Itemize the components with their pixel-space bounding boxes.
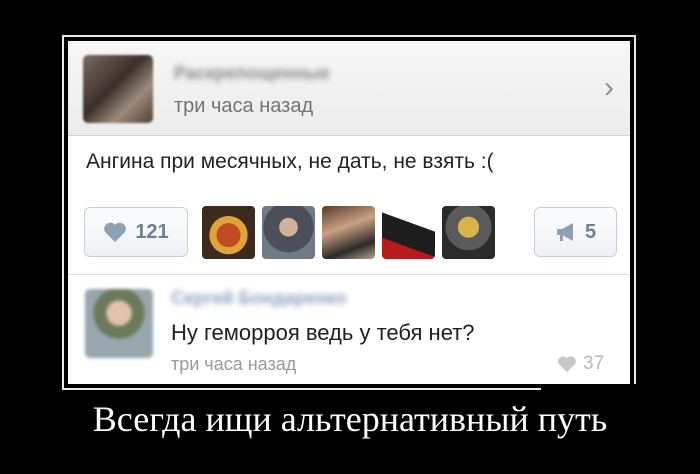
author-avatar[interactable] [83,55,153,123]
frame-notch [541,384,636,392]
author-name[interactable]: Раскрепощенные [174,63,330,84]
chevron-right-icon[interactable]: › [604,71,614,105]
like-count: 121 [135,220,169,243]
likers-list [202,206,495,259]
heart-icon [558,356,576,373]
post-text: Ангина при месячных, не дать, не взять :… [86,150,494,173]
liker-avatar[interactable] [382,206,435,259]
heart-icon [104,222,127,242]
megaphone-icon [556,223,573,241]
like-button[interactable]: 121 [84,207,188,257]
liker-avatar[interactable] [262,206,315,259]
share-count: 5 [584,220,597,243]
post-time: три часа назад [174,95,314,117]
comment-time: три часа назад [171,354,297,374]
divider [68,274,630,275]
liker-avatar[interactable] [202,206,255,259]
comment-text: Ну геморроя ведь у тебя нет? [171,320,475,345]
liker-avatar[interactable] [322,206,375,259]
commenter-avatar[interactable] [85,289,153,358]
commenter-name[interactable]: Сергей Бондаренко [171,288,346,309]
comment-like-button[interactable]: 37 [557,353,604,375]
share-button[interactable]: 5 [534,207,617,257]
liker-avatar[interactable] [442,206,495,259]
caption: Всегда ищи альтернативный путь [92,399,608,439]
post-header[interactable]: Раскрепощенные три часа назад › [68,41,630,136]
comment-like-count: 37 [583,353,605,374]
vk-post-screenshot: Раскрепощенные три часа назад › Ангина п… [68,41,630,384]
